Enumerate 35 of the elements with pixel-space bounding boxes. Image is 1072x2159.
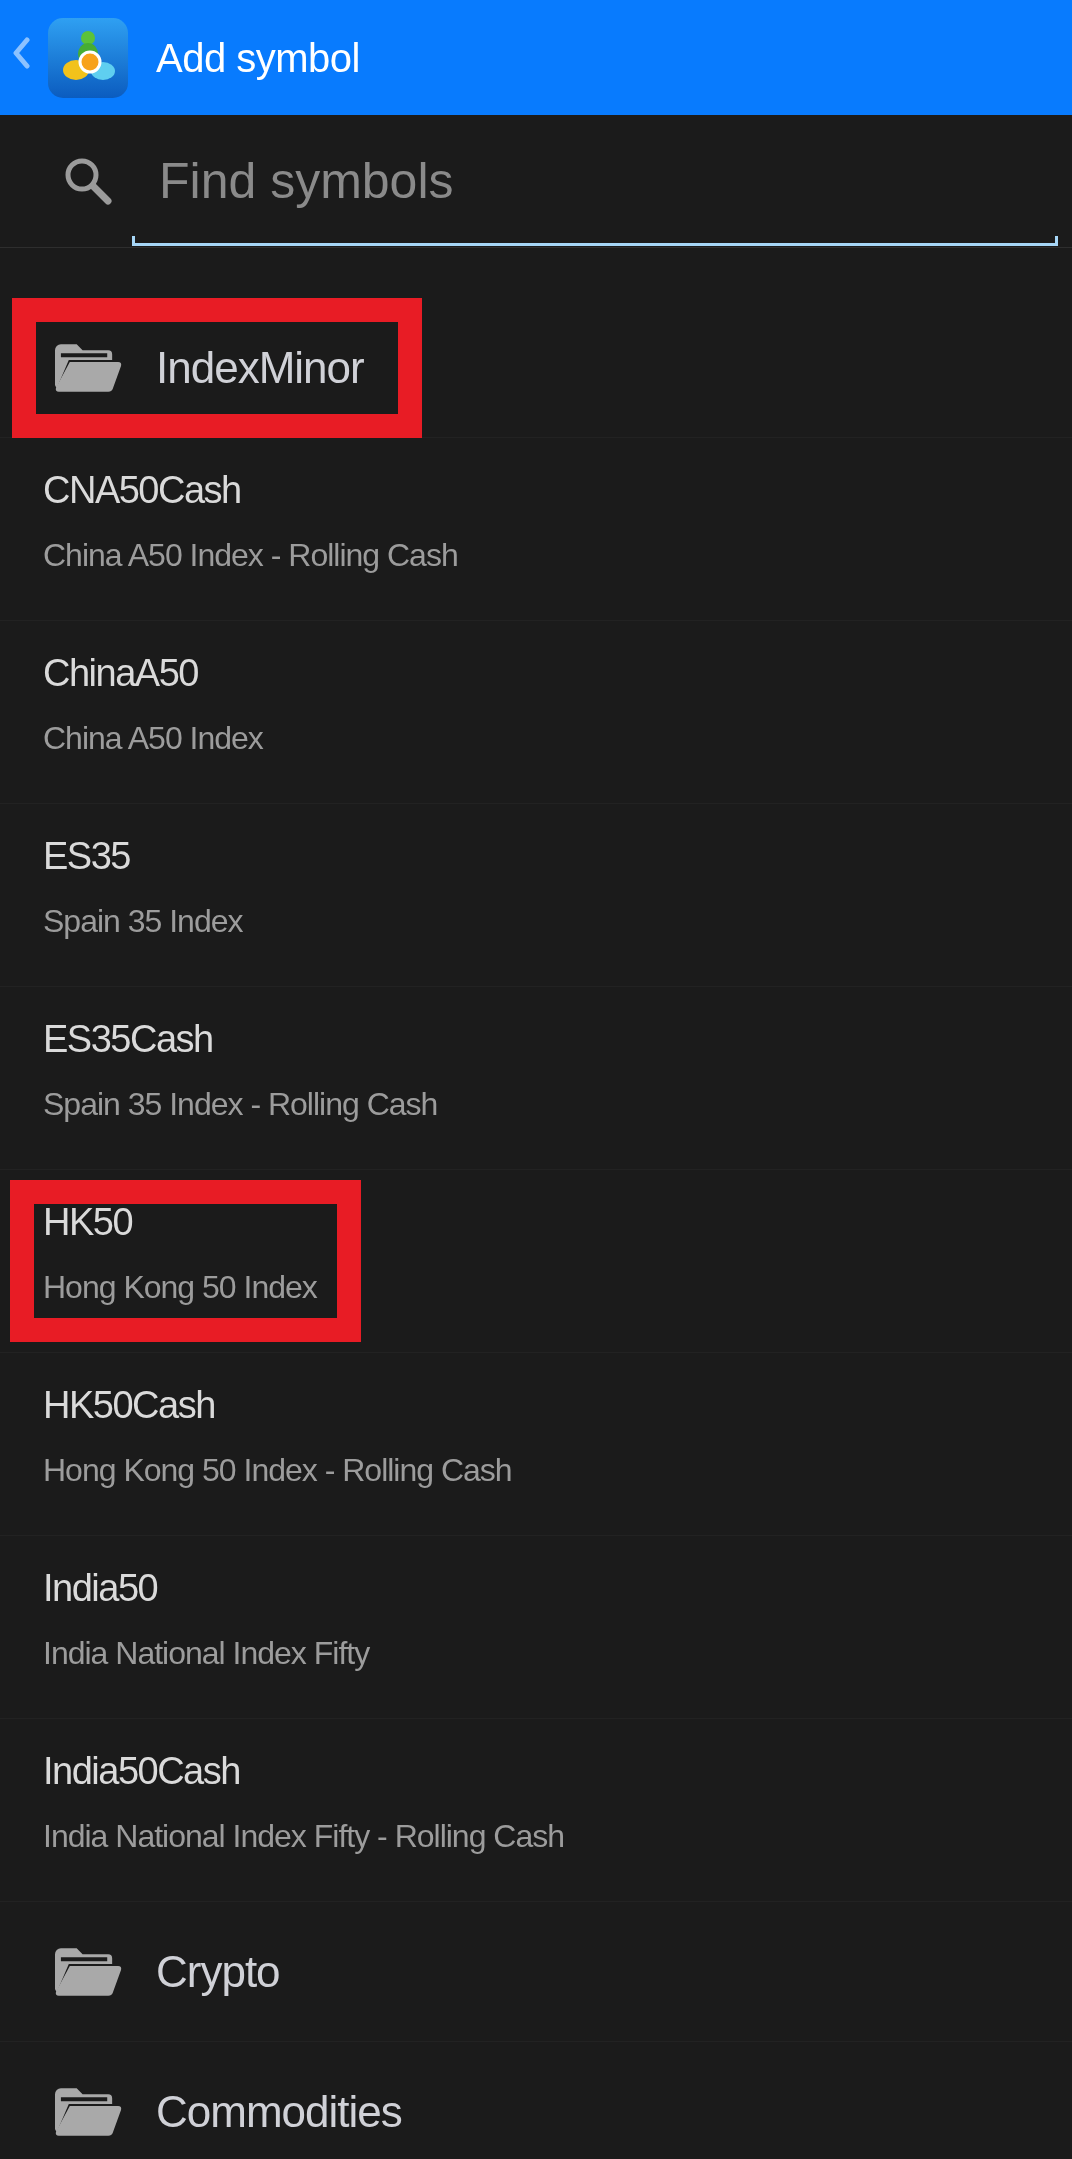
symbol-name: India50Cash <box>43 1749 240 1794</box>
folder-item[interactable]: Crypto <box>0 1902 1072 2042</box>
search-icon <box>63 157 113 205</box>
folder-icon <box>55 1947 122 1996</box>
symbol-row[interactable]: HK50Cash Hong Kong 50 Index - Rolling Cash <box>0 1353 1072 1536</box>
symbol-row[interactable]: India50 India National Index Fifty <box>0 1536 1072 1719</box>
symbol-description: Spain 35 Index <box>43 902 243 941</box>
symbol-name: CNA50Cash <box>43 468 241 513</box>
folder-item[interactable]: Commodities <box>0 2042 1072 2159</box>
symbol-description: China A50 Index <box>43 719 263 758</box>
folder-icon <box>55 2087 122 2136</box>
search-field[interactable]: Find symbols <box>132 130 1058 246</box>
folder-item[interactable]: IndexMinor <box>0 298 1072 438</box>
symbol-row[interactable]: ChinaA50 China A50 Index <box>0 621 1072 804</box>
symbol-description: China A50 Index - Rolling Cash <box>43 536 458 575</box>
symbol-name: ES35 <box>43 834 130 879</box>
symbol-row[interactable]: ES35Cash Spain 35 Index - Rolling Cash <box>0 987 1072 1170</box>
symbol-name: HK50 <box>43 1200 133 1245</box>
symbol-description: India National Index Fifty - Rolling Cash <box>43 1817 565 1856</box>
symbol-name: India50 <box>43 1566 158 1611</box>
symbol-row[interactable]: CNA50Cash China A50 Index - Rolling Cash <box>0 438 1072 621</box>
header-title: Add symbol <box>156 34 360 82</box>
back-icon[interactable] <box>12 36 30 69</box>
symbol-description: Hong Kong 50 Index <box>43 1268 317 1307</box>
folder-icon <box>55 343 122 392</box>
symbol-row[interactable]: ES35 Spain 35 Index <box>0 804 1072 987</box>
symbol-name: HK50Cash <box>43 1383 215 1428</box>
symbol-description: India National Index Fifty <box>43 1634 370 1673</box>
symbol-description: Hong Kong 50 Index - Rolling Cash <box>43 1451 512 1490</box>
symbol-name: ES35Cash <box>43 1017 213 1062</box>
symbol-name: ChinaA50 <box>43 651 198 696</box>
symbol-description: Spain 35 Index - Rolling Cash <box>43 1085 438 1124</box>
symbol-row[interactable]: India50Cash India National Index Fifty - Rolling Cash <box>0 1719 1072 1902</box>
symbol-row[interactable]: HK50 Hong Kong 50 Index <box>0 1170 1072 1353</box>
app-logo-icon <box>48 17 128 98</box>
